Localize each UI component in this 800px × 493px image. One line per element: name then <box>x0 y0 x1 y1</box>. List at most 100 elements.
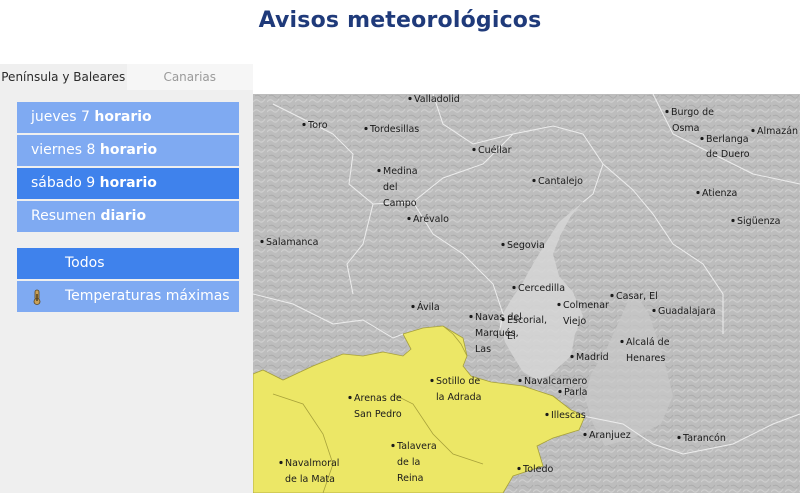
city-marker <box>517 466 521 471</box>
city-label: Talavera <box>396 441 437 452</box>
day-button-jueves[interactable]: jueves 7 horario <box>17 102 239 133</box>
city-label: Sotillo de <box>436 376 480 387</box>
city-label: Alcalá de <box>626 337 670 348</box>
city-label: Segovia <box>507 240 545 251</box>
city-label: Navalmoral <box>285 458 339 469</box>
city-marker <box>472 147 476 152</box>
day-mode: horario <box>99 175 157 191</box>
city-label: Escorial, <box>507 315 547 326</box>
city-label: Berlanga <box>706 134 749 145</box>
city-marker <box>348 395 352 400</box>
city-marker <box>260 239 264 244</box>
city-marker <box>558 389 562 394</box>
city-marker <box>696 190 700 195</box>
city-marker <box>731 218 735 223</box>
layer-label: Todos <box>65 255 105 271</box>
city-label: la Adrada <box>436 392 481 403</box>
day-mode: horario <box>99 142 158 158</box>
city-marker <box>391 443 395 448</box>
city-label: Reina <box>397 473 424 484</box>
city-label: Medina <box>383 166 418 177</box>
day-mode: horario <box>94 109 152 125</box>
city-marker <box>430 378 434 383</box>
city-marker <box>501 317 505 322</box>
city-label: Illescas <box>551 410 586 421</box>
weather-warnings-page: Avisos meteorológicos Península y Balear… <box>0 0 800 493</box>
city-marker <box>652 308 656 313</box>
city-marker <box>751 128 755 133</box>
city-label: Sigüenza <box>737 216 780 227</box>
city-label: Parla <box>564 387 588 398</box>
city-marker <box>279 460 283 465</box>
page-title: Avisos meteorológicos <box>258 8 542 33</box>
city-label: de la Mata <box>285 474 335 485</box>
day-mode: diario <box>100 208 147 224</box>
city-marker <box>570 354 574 359</box>
city-marker <box>512 285 516 290</box>
city-label: Osma <box>672 123 700 134</box>
city-label: Salamanca <box>266 237 318 248</box>
city-label: Madrid <box>576 352 609 363</box>
tab-peninsula-baleares[interactable]: Península y Baleares <box>0 64 127 90</box>
warnings-map[interactable]: Valladolid Toro Tordesillas Burgo de Osma Ber… <box>253 94 800 493</box>
city-marker <box>532 178 536 183</box>
layer-button-todos[interactable]: Todos <box>17 248 239 279</box>
city-marker <box>620 339 624 344</box>
city-label: San Pedro <box>354 409 402 420</box>
city-marker <box>545 412 549 417</box>
day-label: viernes 8 <box>31 142 96 158</box>
city-marker <box>407 216 411 221</box>
layer-button-temperaturas-maximas[interactable]: Temperaturas máximas <box>17 281 239 312</box>
layer-label: Temperaturas máximas <box>65 288 230 304</box>
city-label: Arenas de <box>354 393 402 404</box>
region-tabs: Península y Baleares Canarias <box>0 64 253 90</box>
city-label: Toro <box>307 120 328 131</box>
summary-button[interactable]: Resumen diario <box>17 201 239 232</box>
city-label: Las <box>475 344 491 355</box>
city-label: Cercedilla <box>518 283 565 294</box>
map-canvas: Valladolid Toro Tordesillas Burgo de Osma Ber… <box>253 94 800 493</box>
city-marker <box>408 96 412 101</box>
city-label: de la <box>397 457 420 468</box>
city-label: Valladolid <box>414 94 460 105</box>
city-label: Cuéllar <box>478 145 512 156</box>
city-marker <box>583 432 587 437</box>
thermometer-icon <box>33 289 41 305</box>
city-label: Cantalejo <box>538 176 583 187</box>
city-marker <box>518 378 522 383</box>
city-label: Tarancón <box>682 433 726 444</box>
city-label: Ávila <box>417 301 440 313</box>
city-label: del <box>383 182 398 193</box>
city-label: Burgo de <box>671 107 714 118</box>
city-marker <box>377 168 381 173</box>
city-label: Atienza <box>702 188 737 199</box>
day-label: jueves 7 <box>31 109 90 125</box>
city-marker <box>364 126 368 131</box>
day-button-viernes[interactable]: viernes 8 horario <box>17 135 239 166</box>
city-label: Navalcarnero <box>524 376 587 387</box>
city-label: Henares <box>626 353 665 364</box>
day-button-sabado[interactable]: sábado 9 horario <box>17 168 239 199</box>
day-label: sábado 9 <box>31 175 96 191</box>
city-label: Guadalajara <box>658 306 716 317</box>
day-label: Resumen <box>31 208 97 224</box>
city-label: de Duero <box>706 149 750 160</box>
city-label: Almazán <box>757 126 798 137</box>
city-label: Viejo <box>563 316 586 327</box>
tab-canarias[interactable]: Canarias <box>126 64 253 90</box>
city-label: Casar, El <box>616 291 658 302</box>
city-marker <box>665 109 669 114</box>
city-marker <box>411 304 415 309</box>
city-label: Arévalo <box>413 214 449 225</box>
city-marker <box>700 136 704 141</box>
city-label: Colmenar <box>563 300 609 311</box>
city-marker <box>677 435 681 440</box>
city-marker <box>501 242 505 247</box>
city-label: Toledo <box>522 464 554 475</box>
city-label: Campo <box>383 198 417 209</box>
city-label: Tordesillas <box>369 124 419 135</box>
city-marker <box>469 314 473 319</box>
city-label: El <box>507 331 516 342</box>
city-label: Aranjuez <box>589 430 631 441</box>
city-marker <box>557 302 561 307</box>
